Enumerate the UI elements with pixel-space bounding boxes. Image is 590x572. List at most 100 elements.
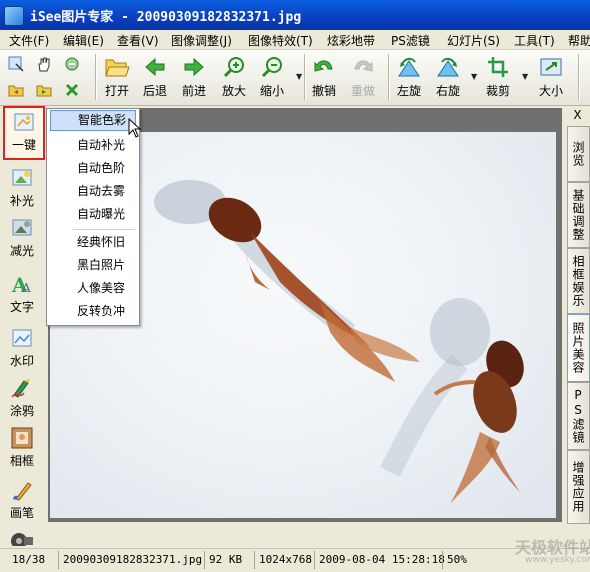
rotate-dropdown-icon[interactable]: ▼ xyxy=(471,72,477,81)
back-button[interactable]: 后退 xyxy=(137,52,173,102)
status-filename: 20090309182832371.jpg xyxy=(58,551,202,569)
text-icon: AA xyxy=(2,270,42,298)
zoom-out-icon xyxy=(254,52,290,82)
doodle-button[interactable]: 涂鸦 xyxy=(2,374,42,424)
panel-close-button[interactable]: X xyxy=(568,108,587,124)
menu-image-adjust[interactable]: 图像调整(J) xyxy=(171,32,232,49)
reduce-light-button[interactable]: 减光 xyxy=(2,214,42,264)
toolbar-separator xyxy=(95,54,97,100)
menu-file[interactable]: 文件(F) xyxy=(9,32,49,49)
redo-button[interactable]: 重做 xyxy=(345,52,381,102)
film-icon xyxy=(2,526,42,546)
hand-icon[interactable] xyxy=(33,53,55,75)
toolbar-separator xyxy=(388,54,390,100)
menu-slideshow[interactable]: 幻灯片(S) xyxy=(447,32,500,49)
open-icon xyxy=(99,52,135,82)
status-bar: 18/38 20090309182832371.jpg 92 KB 1024x7… xyxy=(0,548,590,572)
zoom-in-button[interactable]: 放大 xyxy=(216,52,252,102)
reduce-light-label: 减光 xyxy=(9,244,34,258)
tab-basic-adjust[interactable]: 基础调整 xyxy=(567,182,590,248)
zoom-in-label: 放大 xyxy=(221,84,246,98)
fill-light-icon xyxy=(2,164,42,192)
crop-dropdown-icon[interactable]: ▼ xyxy=(522,72,528,81)
text-button[interactable]: AA 文字 xyxy=(2,270,42,320)
small-tool-group xyxy=(5,53,87,103)
menu-item-cross-process[interactable]: 反转负冲 xyxy=(50,301,136,322)
app-icon[interactable] xyxy=(4,6,24,26)
tab-ps-filter[interactable]: PS滤镜 xyxy=(567,382,590,450)
zoom-out-button[interactable]: 缩小 xyxy=(254,52,290,102)
frame-label: 相框 xyxy=(9,454,34,468)
forward-icon xyxy=(176,52,212,82)
crop-icon xyxy=(480,52,516,82)
forward-label: 前进 xyxy=(181,84,206,98)
menu-item-auto-exposure[interactable]: 自动曝光 xyxy=(50,204,136,225)
watermark-icon xyxy=(2,324,42,352)
browse-icon[interactable] xyxy=(61,53,83,75)
menu-color-zone[interactable]: 炫彩地带 xyxy=(327,32,375,49)
menu-bar: 文件(F) 编辑(E) 查看(V) 图像调整(J) 图像特效(T) 炫彩地带 P… xyxy=(0,30,590,50)
watermark-url: www.yesky.com xyxy=(525,555,590,565)
folder-next-icon[interactable] xyxy=(33,79,55,101)
menu-item-classic-nostalgia[interactable]: 经典怀旧 xyxy=(50,232,136,253)
tab-frame-fun[interactable]: 相框娱乐 xyxy=(567,248,590,314)
select-icon[interactable] xyxy=(5,53,27,75)
watermark-label: 水印 xyxy=(9,354,34,368)
fill-light-label: 补光 xyxy=(9,194,34,208)
menu-help[interactable]: 帮助 xyxy=(568,32,590,49)
menu-view[interactable]: 查看(V) xyxy=(117,32,159,49)
menu-image-effects[interactable]: 图像特效(T) xyxy=(248,32,313,49)
rotate-right-icon xyxy=(430,52,466,82)
open-button[interactable]: 打开 xyxy=(99,52,135,102)
undo-button[interactable]: 撤销 xyxy=(306,52,342,102)
status-dimensions: 1024x768 xyxy=(254,551,312,569)
menu-ps-filter[interactable]: PS滤镜 xyxy=(391,32,430,49)
crop-button[interactable]: 裁剪 xyxy=(480,52,516,102)
redo-label: 重做 xyxy=(350,84,375,98)
tab-photo-beauty[interactable]: 照片美容 xyxy=(567,314,590,382)
status-datetime: 2009-08-04 15:28:18 xyxy=(314,551,445,569)
right-panel: X 浏览 基础调整 相框娱乐 照片美容 PS滤镜 增强应用 xyxy=(565,106,590,548)
zoom-in-icon xyxy=(216,52,252,82)
main-toolbar: 打开 后退 前进 放大 缩小 ▼ 撤销 重做 左旋 右旋 ▼ 裁剪 ▼ 大小 xyxy=(0,50,590,106)
one-click-button[interactable]: 一键 xyxy=(3,106,45,160)
menu-item-portrait-beauty[interactable]: 人像美容 xyxy=(50,278,136,299)
film-button[interactable] xyxy=(2,526,42,546)
tab-browse[interactable]: 浏览 xyxy=(567,126,590,182)
menu-separator xyxy=(73,229,135,230)
magic-icon xyxy=(5,108,43,136)
folder-prev-icon[interactable] xyxy=(5,79,27,101)
doodle-icon xyxy=(2,374,42,402)
watermark-button[interactable]: 水印 xyxy=(2,324,42,374)
rotate-left-button[interactable]: 左旋 xyxy=(391,52,427,102)
menu-item-smart-color[interactable]: 智能色彩 xyxy=(50,110,136,131)
doodle-label: 涂鸦 xyxy=(9,404,34,418)
brush-button[interactable]: 画笔 xyxy=(2,476,42,526)
undo-icon xyxy=(306,52,342,82)
zoom-dropdown-icon[interactable]: ▼ xyxy=(296,72,302,81)
menu-item-auto-levels[interactable]: 自动色阶 xyxy=(50,158,136,179)
menu-item-auto-dehaze[interactable]: 自动去雾 xyxy=(50,181,136,202)
delete-icon[interactable] xyxy=(61,79,83,101)
resize-button[interactable]: 大小 xyxy=(533,52,569,102)
rotate-left-label: 左旋 xyxy=(396,84,421,98)
tab-enhance-apps[interactable]: 增强应用 xyxy=(567,450,590,524)
menu-item-auto-fill-light[interactable]: 自动补光 xyxy=(50,135,136,156)
rotate-right-button[interactable]: 右旋 xyxy=(430,52,466,102)
menu-item-black-white[interactable]: 黑白照片 xyxy=(50,255,136,276)
menu-edit[interactable]: 编辑(E) xyxy=(63,32,104,49)
resize-icon xyxy=(533,52,569,82)
one-click-label: 一键 xyxy=(11,138,36,152)
back-icon xyxy=(137,52,173,82)
brush-label: 画笔 xyxy=(9,506,34,520)
menu-tools[interactable]: 工具(T) xyxy=(514,32,555,49)
status-zoom: 50% xyxy=(442,551,467,569)
svg-text:A: A xyxy=(21,281,31,295)
fill-light-button[interactable]: 补光 xyxy=(2,164,42,214)
forward-button[interactable]: 前进 xyxy=(176,52,212,102)
title-bar[interactable]: iSee图片专家 - 20090309182832371.jpg xyxy=(0,0,590,30)
frame-button[interactable]: 相框 xyxy=(2,424,42,474)
brush-icon xyxy=(2,476,42,504)
zoom-out-label: 缩小 xyxy=(259,84,284,98)
text-label: 文字 xyxy=(9,300,34,314)
